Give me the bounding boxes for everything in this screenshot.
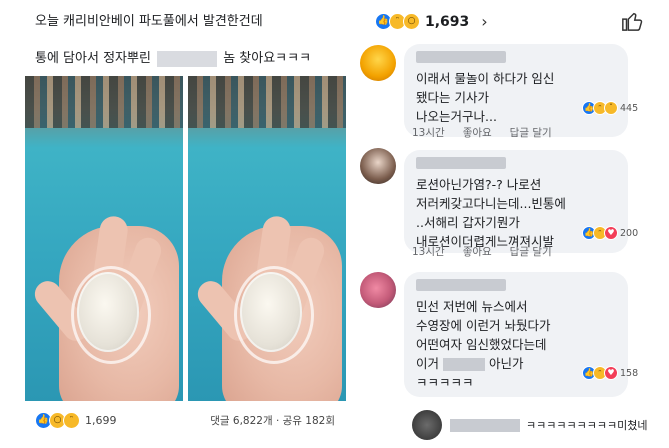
comment-line: 이래서 물놀이 하다가 임신 bbox=[416, 71, 555, 86]
avatar[interactable] bbox=[360, 272, 396, 308]
reply-link[interactable]: 답글 달기 bbox=[510, 125, 552, 140]
reaction-count: 1,693 bbox=[425, 13, 470, 30]
haha-icon: ᵔ bbox=[63, 412, 80, 429]
reaction-summary[interactable]: 👍 ᵔ ○ 1,693 › bbox=[375, 12, 488, 31]
comments-panel: 👍 ᵔ ○ 1,693 › 이래서 물놀이 하다가 임신 됐다는 기사가 나오는… bbox=[350, 0, 669, 448]
small-container bbox=[240, 272, 302, 352]
blurred-commenter-name[interactable] bbox=[416, 279, 506, 291]
post-text-line2: 통에 담아서 정자뿌린 놈 찾아요ㅋㅋㅋ bbox=[35, 47, 311, 67]
wow-icon: ○ bbox=[403, 13, 420, 30]
comment-reactions[interactable]: 👍 ᵔ ♥ 158 bbox=[582, 366, 638, 380]
comment-reactions[interactable]: 👍 ᵔ ♥ 200 bbox=[582, 226, 638, 240]
comment-line4-prefix: 이거 bbox=[416, 356, 440, 371]
like-link[interactable]: 좋아요 bbox=[463, 125, 492, 140]
post-text-line2-suffix: 놈 찾아요ㅋㅋㅋ bbox=[223, 51, 312, 66]
love-icon: ♥ bbox=[604, 226, 618, 240]
post-panel: 오늘 캐리비안베이 파도풀에서 발견한건데 통에 담아서 정자뿌린 놈 찾아요ㅋ… bbox=[0, 0, 349, 448]
thumbs-up-icon[interactable] bbox=[621, 10, 643, 32]
reply-link[interactable]: 답글 달기 bbox=[510, 244, 552, 259]
post-text-line1: 오늘 캐리비안베이 파도풀에서 발견한건데 bbox=[35, 14, 263, 29]
comment-time: 13시간 bbox=[412, 246, 445, 258]
comment-reactions[interactable]: 👍 ᵔ ˇ 445 bbox=[582, 101, 638, 115]
comment-line: 수영장에 이런거 놔뒀다가 bbox=[416, 318, 551, 333]
love-icon: ♥ bbox=[604, 366, 618, 380]
comment-reaction-count: 158 bbox=[620, 367, 639, 379]
pool-crowd bbox=[25, 76, 183, 128]
post-photo-left[interactable] bbox=[25, 76, 183, 401]
post-meta[interactable]: 댓글 6,822개 · 공유 182회 bbox=[210, 413, 335, 428]
like-link[interactable]: 좋아요 bbox=[463, 244, 492, 259]
last-comment-text: ㅋㅋㅋㅋㅋㅋㅋㅋㅋ미쳤네 bbox=[526, 419, 648, 432]
comment-line: 저러케갖고다니는데...빈통에 bbox=[416, 196, 566, 211]
avatar[interactable] bbox=[360, 148, 396, 184]
comment-reaction-count: 200 bbox=[620, 227, 639, 239]
comment-line: 민선 저번에 뉴스에서 bbox=[416, 299, 528, 314]
comment-time: 13시간 bbox=[412, 127, 445, 139]
avatar[interactable] bbox=[360, 45, 396, 81]
comment-actions: 13시간 좋아요 답글 달기 bbox=[412, 125, 552, 140]
blurred-word bbox=[443, 358, 485, 371]
blurred-commenter-name[interactable] bbox=[450, 418, 520, 432]
avatar[interactable] bbox=[412, 410, 442, 440]
post-photo-right[interactable] bbox=[188, 76, 346, 401]
sad-icon: ˇ bbox=[604, 101, 618, 115]
blurred-commenter-name[interactable] bbox=[416, 51, 506, 63]
comment-line4-suffix: 아닌가 bbox=[488, 356, 524, 371]
post-reaction-count: 1,699 bbox=[85, 414, 117, 427]
comment-actions: 13시간 좋아요 답글 달기 bbox=[412, 244, 552, 259]
comment-line: 로션아닌가염?-? 나로션 bbox=[416, 177, 542, 192]
blurred-commenter-name[interactable] bbox=[416, 157, 506, 169]
comment-reaction-count: 445 bbox=[620, 102, 639, 114]
post-text-line2-prefix: 통에 담아서 정자뿌린 bbox=[35, 51, 151, 66]
comment-line: 어떤여자 임신했었다는데 bbox=[416, 337, 547, 352]
pool-crowd bbox=[188, 76, 346, 128]
small-container bbox=[77, 272, 139, 352]
chevron-right-icon[interactable]: › bbox=[481, 12, 487, 31]
comment-bubble: 이래서 물놀이 하다가 임신 됐다는 기사가 나오는거구나... bbox=[404, 44, 628, 137]
last-comment: ㅋㅋㅋㅋㅋㅋㅋㅋㅋ미쳤네 bbox=[450, 417, 647, 433]
post-reactions[interactable]: 👍 ○ ᵔ 1,699 bbox=[35, 412, 117, 429]
blurred-name bbox=[157, 50, 218, 67]
